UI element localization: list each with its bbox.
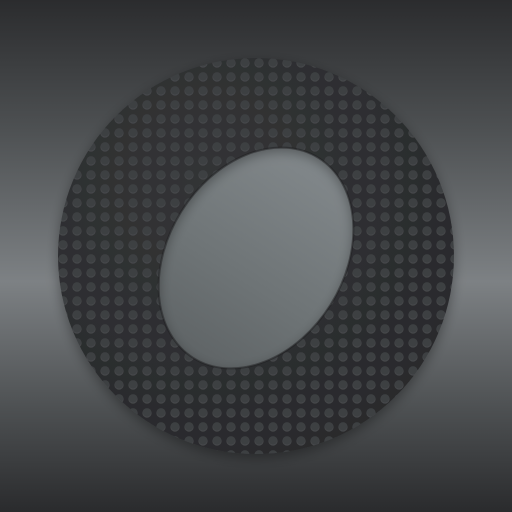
app-icon bbox=[0, 0, 512, 512]
ring-logo-icon bbox=[0, 0, 512, 512]
ring-body bbox=[0, 0, 512, 512]
